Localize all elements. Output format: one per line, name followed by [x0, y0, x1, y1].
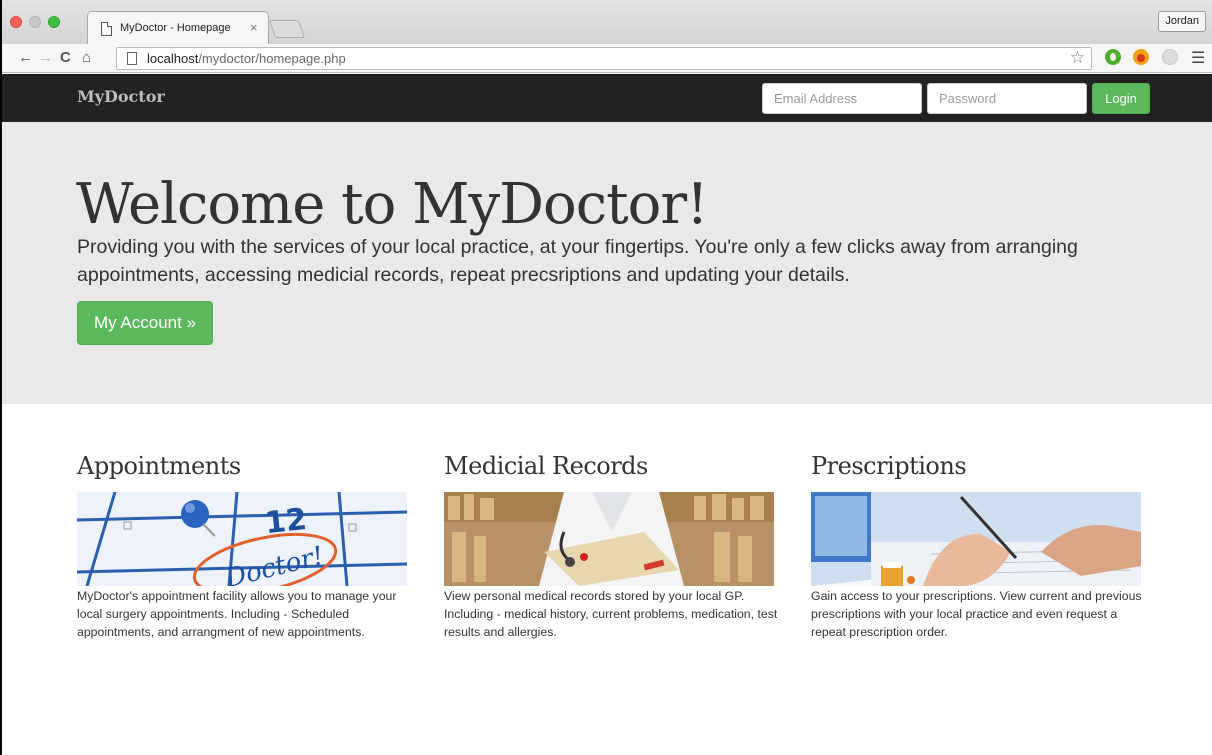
extension-icon[interactable] [1133, 49, 1149, 65]
feature-prescriptions: Prescriptions Gain access to your prescr… [811, 452, 1151, 641]
feature-description: View personal medical records stored by … [444, 589, 778, 639]
minimize-window-button[interactable] [29, 16, 41, 28]
browser-toolbar: ← → C ⌂ localhost/mydoctor/homepage.php … [2, 44, 1212, 73]
feature-description: Gain access to your prescriptions. View … [811, 589, 1142, 639]
home-icon[interactable]: ⌂ [82, 48, 91, 68]
feature-medical-records: Medicial Records View personal medical r… [444, 452, 784, 641]
forward-arrow-icon[interactable]: → [38, 48, 53, 68]
browser-window: MyDoctor - Homepage × Jordan ← → C ⌂ loc… [0, 0, 1212, 755]
url-text[interactable]: localhost/mydoctor/homepage.php [147, 51, 346, 66]
profile-button[interactable]: Jordan [1158, 11, 1206, 32]
new-tab-button[interactable] [268, 20, 306, 38]
page-icon [101, 22, 112, 36]
site-navbar: MyDoctor Login [2, 74, 1212, 122]
features-row: Appointments Doctor! 12 MyDoctor's appoi… [2, 404, 1212, 754]
page-icon [127, 52, 137, 65]
close-window-button[interactable] [10, 16, 22, 28]
tab-strip: MyDoctor - Homepage × Jordan [2, 0, 1212, 44]
feature-heading: Prescriptions [811, 452, 967, 480]
my-account-button[interactable]: My Account » [77, 301, 213, 345]
calendar-day-number: 12 [263, 502, 308, 541]
address-bar[interactable]: localhost/mydoctor/homepage.php ☆ [116, 47, 1092, 70]
url-host: localhost [147, 51, 199, 66]
login-button[interactable]: Login [1092, 83, 1150, 114]
jumbotron: Welcome to MyDoctor! Providing you with … [2, 122, 1212, 404]
close-tab-icon[interactable]: × [250, 20, 258, 35]
extension-icon[interactable] [1105, 49, 1121, 65]
medical-records-image [444, 492, 774, 586]
feature-description: MyDoctor's appointment facility allows y… [77, 589, 397, 639]
extension-icon[interactable] [1162, 49, 1178, 65]
browser-tab[interactable]: MyDoctor - Homepage × [87, 11, 269, 44]
feature-appointments: Appointments Doctor! 12 MyDoctor's appoi… [77, 452, 417, 641]
feature-heading: Appointments [77, 452, 241, 480]
lead-text: Providing you with the services of your … [77, 236, 1078, 286]
star-icon[interactable]: ☆ [1070, 48, 1085, 68]
reload-icon[interactable]: C [60, 48, 71, 68]
feature-heading: Medicial Records [444, 452, 648, 480]
tab-title: MyDoctor - Homepage [120, 22, 231, 34]
appointments-image: Doctor! 12 [77, 492, 407, 586]
brand-logo[interactable]: MyDoctor [77, 87, 165, 106]
password-field[interactable] [927, 83, 1087, 114]
url-path: /mydoctor/homepage.php [198, 51, 346, 66]
prescriptions-image [811, 492, 1141, 586]
menu-icon[interactable]: ☰ [1191, 48, 1205, 68]
web-page: MyDoctor Login Welcome to MyDoctor! Prov… [2, 74, 1212, 755]
back-arrow-icon[interactable]: ← [18, 48, 33, 68]
zoom-window-button[interactable] [48, 16, 60, 28]
page-title: Welcome to MyDoctor! [76, 172, 709, 237]
email-field[interactable] [762, 83, 922, 114]
